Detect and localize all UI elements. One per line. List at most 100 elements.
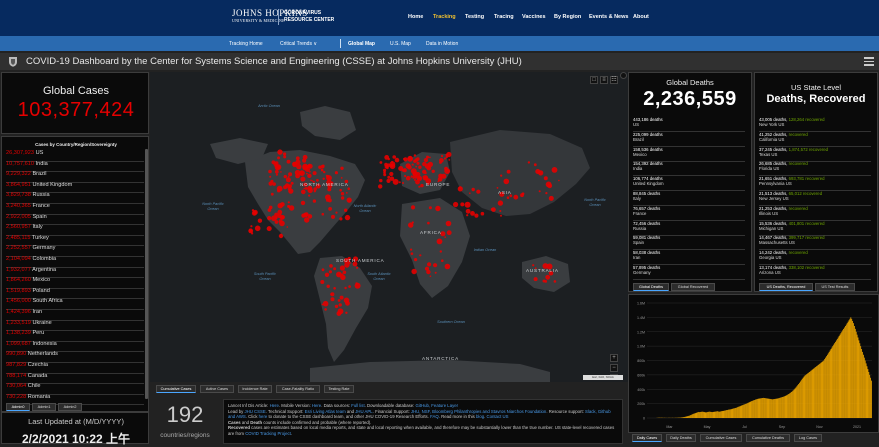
case-marker[interactable] <box>448 159 450 161</box>
case-marker[interactable] <box>341 177 343 179</box>
case-marker[interactable] <box>476 190 480 194</box>
chart-bar[interactable] <box>707 412 708 418</box>
chart-bar[interactable] <box>785 396 786 418</box>
case-marker[interactable] <box>410 249 412 251</box>
case-marker[interactable] <box>356 267 358 269</box>
case-marker[interactable] <box>528 161 530 163</box>
case-marker[interactable] <box>465 202 471 208</box>
case-marker[interactable] <box>341 192 344 195</box>
chart-bar[interactable] <box>829 352 830 418</box>
case-marker[interactable] <box>426 270 430 274</box>
case-marker[interactable] <box>384 171 386 173</box>
chart-bar[interactable] <box>772 399 773 418</box>
chart-bar[interactable] <box>854 326 855 418</box>
case-marker[interactable] <box>302 159 306 163</box>
chart-bar[interactable] <box>747 403 748 418</box>
case-marker[interactable] <box>313 187 317 191</box>
case-marker[interactable] <box>275 220 279 224</box>
chart-bar[interactable] <box>687 416 688 418</box>
chart-bar[interactable] <box>823 361 824 419</box>
chart-bar[interactable] <box>820 363 821 418</box>
chart-bar[interactable] <box>746 404 747 418</box>
case-marker[interactable] <box>445 264 451 270</box>
chart-bar[interactable] <box>864 358 865 418</box>
grid-icon[interactable]: ≡ <box>600 76 608 84</box>
chart-bar[interactable] <box>689 416 690 418</box>
nav-events-news[interactable]: Events & News <box>589 14 628 20</box>
case-marker[interactable] <box>253 210 258 215</box>
case-marker[interactable] <box>321 169 323 171</box>
chart-bar[interactable] <box>832 348 833 418</box>
financial-link[interactable]: JHU, NSF, Bloomberg Philanthropies and S… <box>411 409 546 414</box>
chart-bar[interactable] <box>805 375 806 418</box>
menu-icon[interactable] <box>864 57 874 66</box>
death-row[interactable]: 158,536 deathsMexico <box>633 147 745 162</box>
case-marker[interactable] <box>412 221 414 223</box>
chart-bar[interactable] <box>748 403 749 418</box>
nav-tracing[interactable]: Tracing <box>494 14 514 20</box>
us-state-row[interactable]: 41,252 deaths, recoveredCalifornia US <box>759 132 871 147</box>
chart-bar[interactable] <box>706 412 707 418</box>
case-marker[interactable] <box>388 158 390 160</box>
chart-bar[interactable] <box>692 414 693 418</box>
case-marker[interactable] <box>322 213 325 216</box>
chart-bar[interactable] <box>704 412 705 418</box>
chart-bar[interactable] <box>859 343 860 418</box>
case-marker[interactable] <box>491 208 494 211</box>
case-marker[interactable] <box>339 273 341 275</box>
us-state-row[interactable]: 21,513 deaths, 65,012 recoveredNew Jerse… <box>759 191 871 206</box>
case-marker[interactable] <box>422 162 426 166</box>
case-marker[interactable] <box>474 214 478 218</box>
chart-bar[interactable] <box>716 411 717 418</box>
us-state-row[interactable]: 37,245 deaths, 1,874,572 recoveredTexas … <box>759 147 871 162</box>
chart-bar[interactable] <box>797 385 798 418</box>
tab-admin2[interactable]: Admin2 <box>58 403 82 411</box>
case-marker[interactable] <box>554 280 557 283</box>
chart-bar[interactable] <box>786 396 787 418</box>
case-marker[interactable] <box>507 196 510 199</box>
chart-bar[interactable] <box>753 400 754 418</box>
case-marker[interactable] <box>428 162 433 167</box>
case-marker[interactable] <box>271 193 274 196</box>
case-marker[interactable] <box>329 264 333 268</box>
chart-bar[interactable] <box>682 417 683 418</box>
case-marker[interactable] <box>437 239 443 245</box>
case-marker[interactable] <box>280 215 284 219</box>
case-marker[interactable] <box>327 285 330 288</box>
map-tab-active[interactable]: Active Cases <box>200 385 234 393</box>
chart-bar[interactable] <box>722 411 723 418</box>
case-marker[interactable] <box>543 280 546 283</box>
chart-bar[interactable] <box>832 346 833 418</box>
chart-bar[interactable] <box>844 327 845 418</box>
case-marker[interactable] <box>275 170 279 174</box>
chart-bar[interactable] <box>801 380 802 418</box>
chart-bar[interactable] <box>847 323 848 418</box>
chart-tab-cumulative-deaths[interactable]: Cumulative Deaths <box>746 434 790 442</box>
chart-bar[interactable] <box>698 412 699 418</box>
chart-bar[interactable] <box>773 399 774 418</box>
case-marker[interactable] <box>341 196 344 199</box>
case-marker[interactable] <box>549 196 554 201</box>
case-marker[interactable] <box>412 164 414 166</box>
case-marker[interactable] <box>275 216 278 219</box>
map-tab-testing[interactable]: Testing Rate <box>324 385 354 393</box>
contact-link[interactable]: Contact US <box>486 414 508 419</box>
case-marker[interactable] <box>499 210 501 212</box>
chart-bar[interactable] <box>730 409 731 418</box>
bookmark-icon[interactable]: □ <box>590 76 598 84</box>
chart-bar[interactable] <box>807 373 808 418</box>
case-marker[interactable] <box>308 188 313 193</box>
chart-bar[interactable] <box>734 408 735 418</box>
chart-bar[interactable] <box>760 398 761 418</box>
chart-bar[interactable] <box>764 398 765 418</box>
chart-bar[interactable] <box>697 412 698 418</box>
chart-bar[interactable] <box>792 391 793 418</box>
chart-bar[interactable] <box>721 411 722 418</box>
case-marker[interactable] <box>387 163 391 167</box>
us-state-row[interactable]: 14,242 deaths, recoveredGeorgia US <box>759 250 871 265</box>
death-row[interactable]: 106,774 deathsUnited Kingdom <box>633 176 745 191</box>
case-marker[interactable] <box>276 174 278 176</box>
chart-bar[interactable] <box>700 412 701 418</box>
case-marker[interactable] <box>378 184 382 188</box>
chart-bar[interactable] <box>685 417 686 418</box>
